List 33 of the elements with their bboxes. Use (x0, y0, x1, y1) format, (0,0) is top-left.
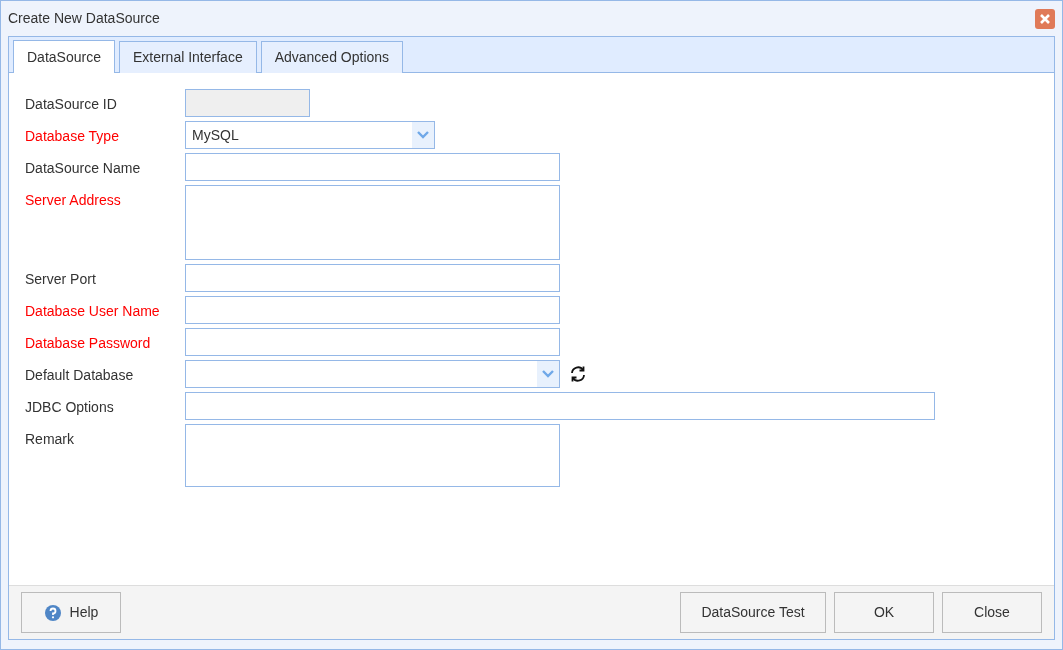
dropdown[interactable] (185, 360, 560, 388)
field-label: Server Address (25, 191, 122, 210)
test-button[interactable]: DataSource Test (680, 592, 826, 633)
field-label: Remark (25, 430, 75, 449)
tab[interactable]: DataSource (13, 40, 115, 73)
field-label: Server Port (25, 270, 97, 289)
chevron-down-icon (542, 370, 554, 378)
close-button[interactable] (1035, 8, 1055, 29)
tab[interactable]: External Interface (118, 41, 257, 73)
field-label: JDBC Options (25, 398, 115, 417)
input-field[interactable] (185, 392, 935, 420)
refresh-icon[interactable] (568, 364, 588, 384)
window-title: Create New DataSource (8, 9, 160, 28)
ok-button[interactable]: OK (834, 592, 934, 633)
tab[interactable]: Advanced Options (260, 41, 404, 73)
input-field[interactable] (185, 296, 560, 324)
help-button[interactable]: Help (21, 592, 121, 633)
dropdown[interactable]: MySQL (185, 121, 435, 149)
field-label: Default Database (25, 366, 135, 385)
input-field[interactable] (185, 153, 560, 181)
field-label: Database User Name (25, 302, 161, 321)
field-label: DataSource Name (25, 159, 142, 178)
field-label: Database Password (25, 334, 152, 353)
text-area[interactable] (185, 424, 560, 487)
field-label: Database Type (25, 127, 120, 146)
close-icon (1039, 12, 1051, 25)
help-icon (43, 603, 62, 622)
input-field[interactable] (185, 264, 560, 292)
close-button[interactable]: Close (942, 592, 1042, 633)
input-field[interactable] (185, 328, 560, 356)
field-label: DataSource ID (25, 95, 118, 114)
text-area[interactable] (185, 185, 560, 260)
chevron-down-icon (417, 131, 429, 139)
